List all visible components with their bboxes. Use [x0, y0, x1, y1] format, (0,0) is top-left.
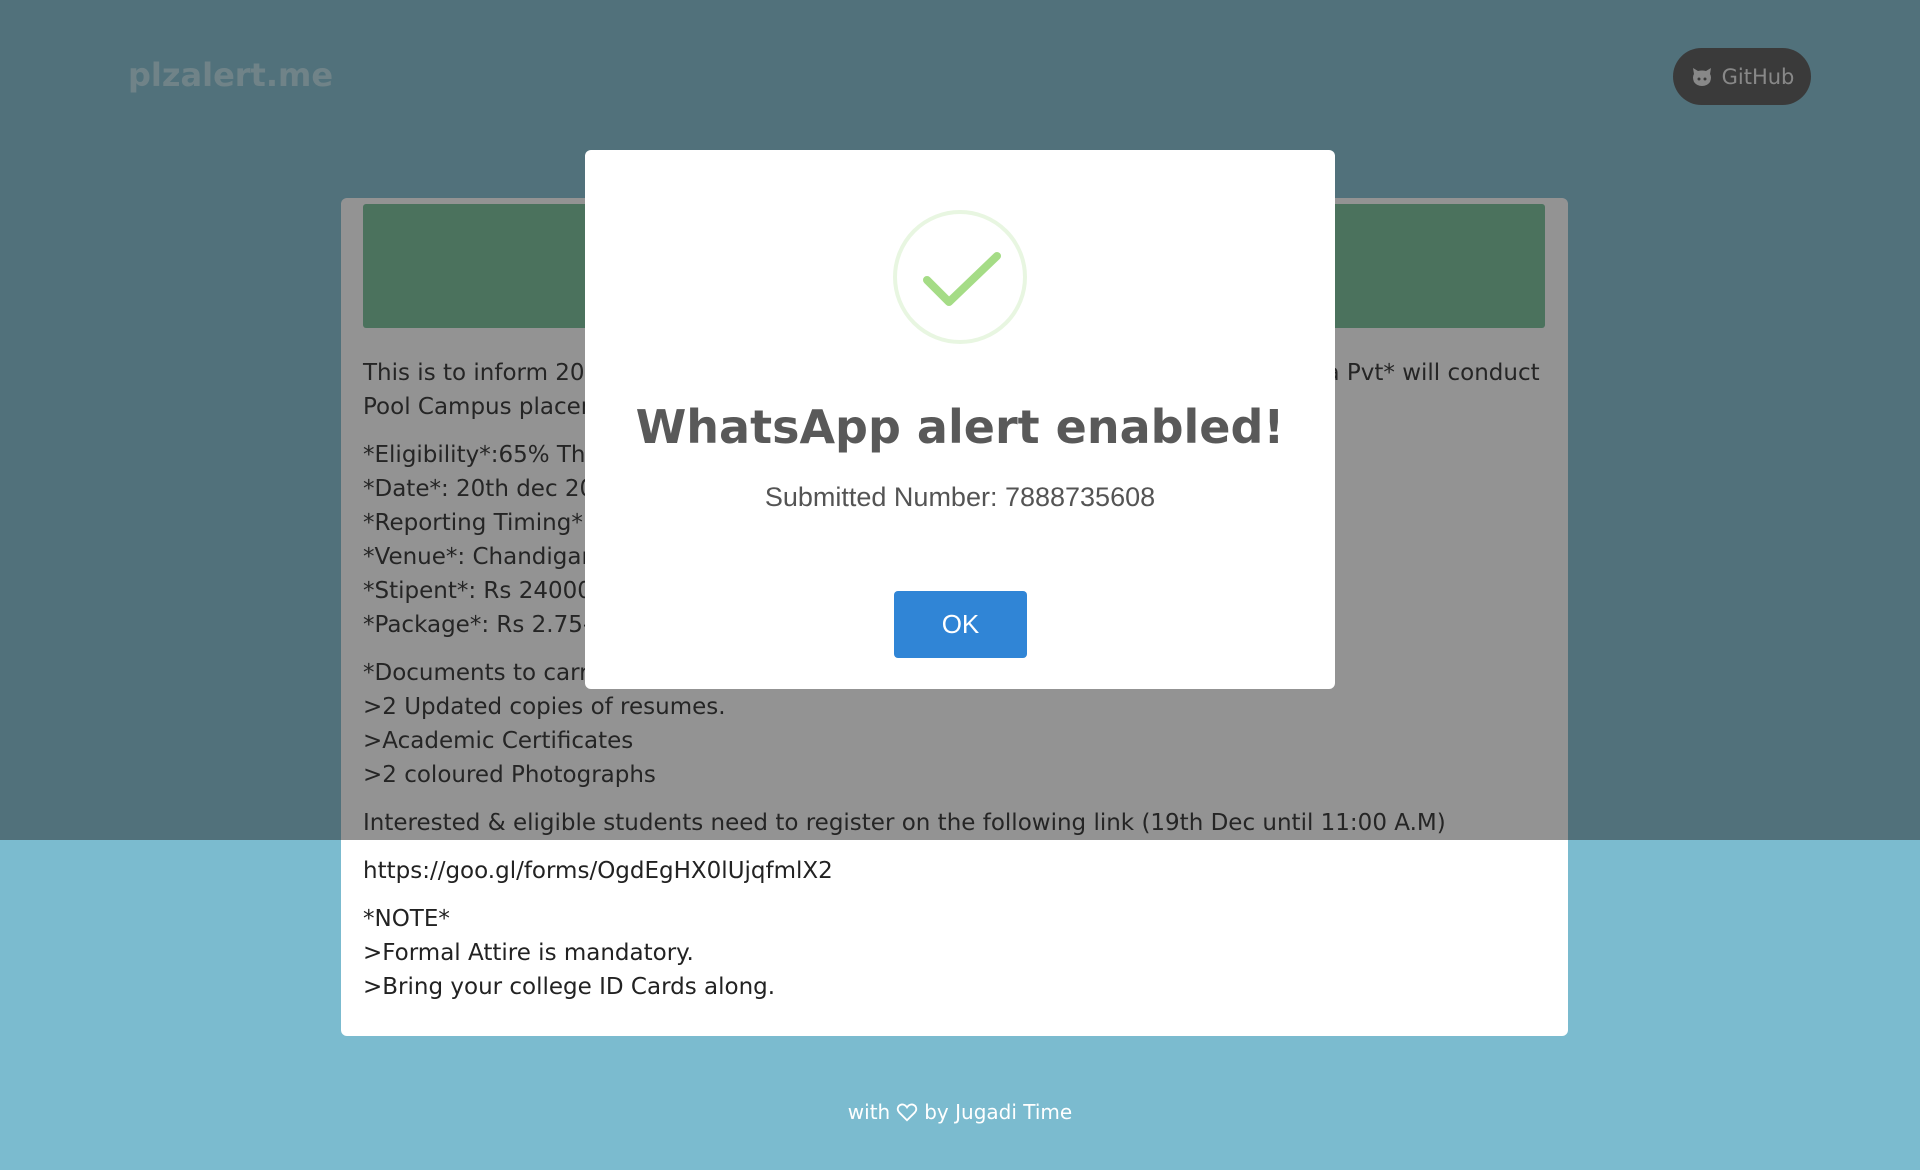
note-paragraph: *NOTE* >Formal Attire is mandatory. >Bri… — [363, 906, 776, 1000]
success-icon — [893, 210, 1027, 344]
heart-icon — [897, 1103, 918, 1122]
alert-dialog: WhatsApp alert enabled! Submitted Number… — [585, 150, 1335, 689]
form-link[interactable]: https://goo.gl/forms/OgdEgHX0lUjqfmlX2 — [363, 854, 1545, 888]
footer: with by Jugadi Time — [0, 1100, 1920, 1124]
dialog-title: WhatsApp alert enabled! — [635, 400, 1285, 454]
checkmark-icon — [923, 252, 1001, 306]
footer-credit[interactable]: by Jugadi Time — [924, 1100, 1072, 1124]
dialog-text: Submitted Number: 7888735608 — [764, 482, 1156, 512]
ok-button[interactable]: OK — [894, 591, 1027, 658]
footer-with: with — [847, 1100, 891, 1124]
